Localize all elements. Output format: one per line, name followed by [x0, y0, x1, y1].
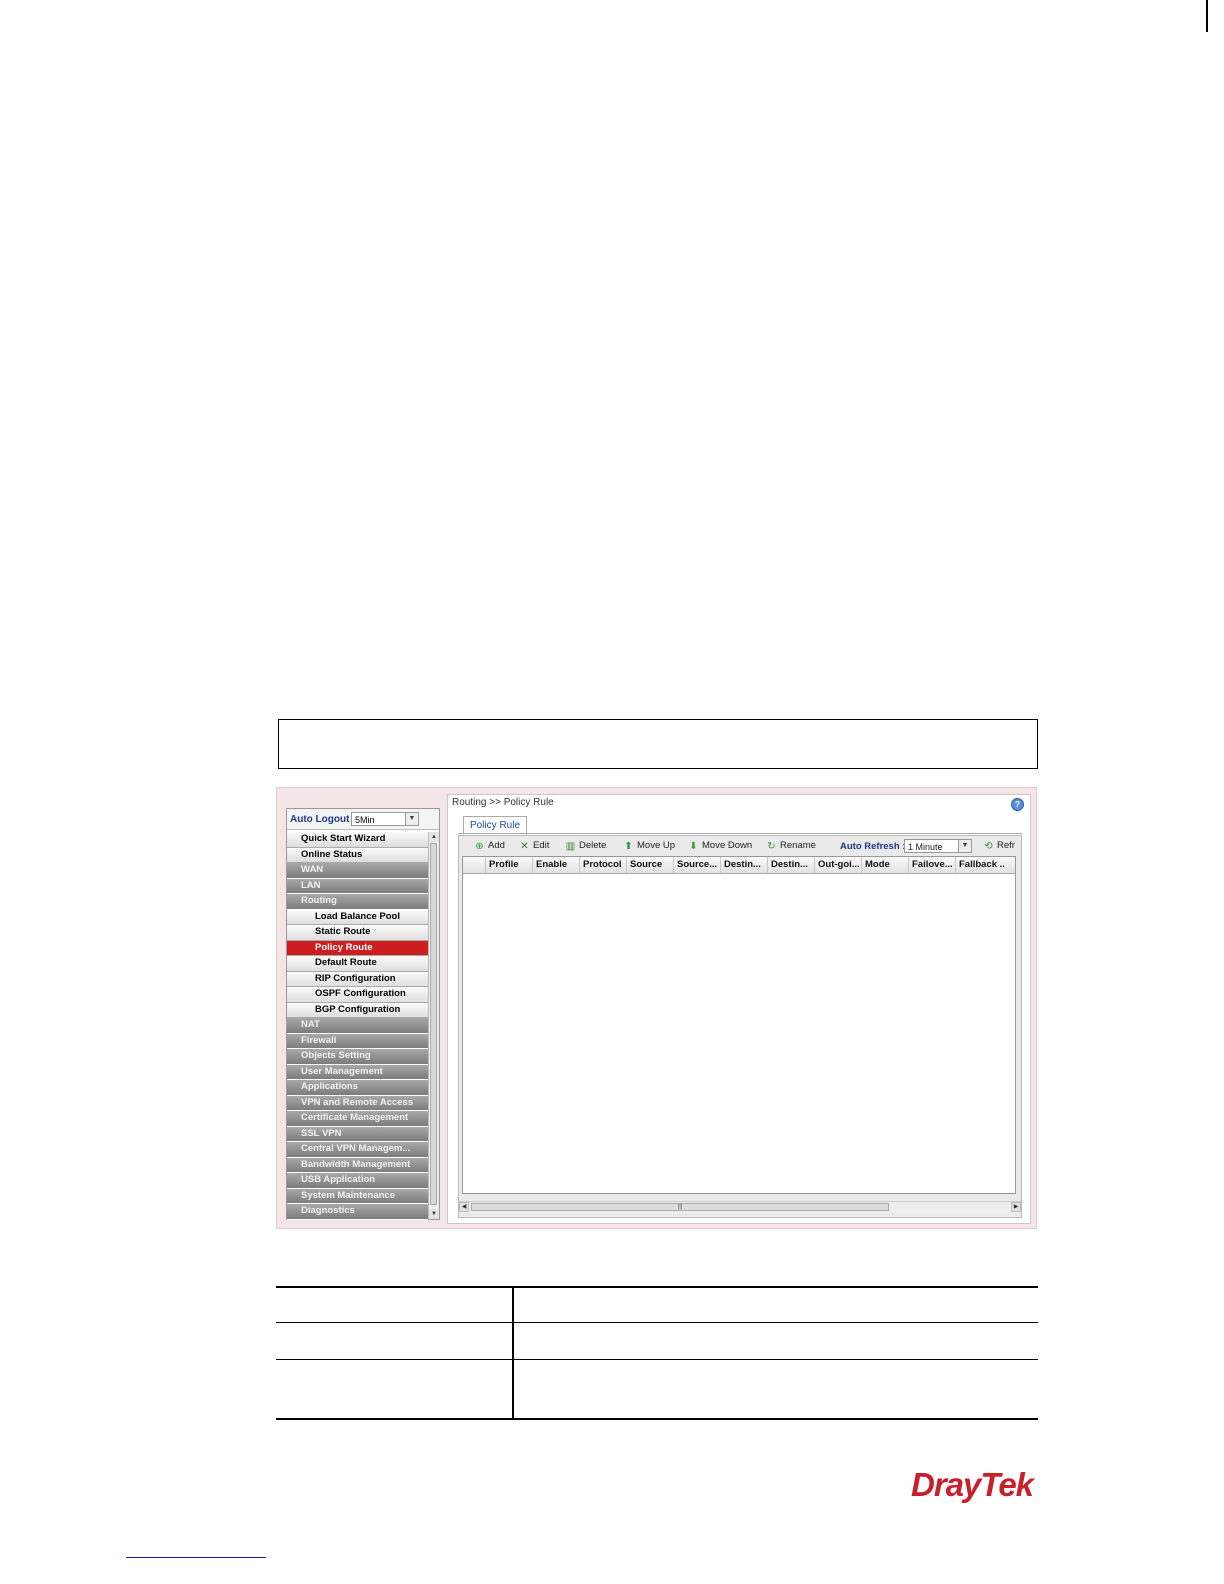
sidebar-item-ospf-configuration[interactable]: OSPF Configuration [287, 987, 428, 1003]
column-header[interactable]: Protocol [579, 857, 626, 873]
table-column-divider [512, 1287, 514, 1419]
column-header[interactable]: Source [626, 857, 673, 873]
sidebar-item-nat[interactable]: NAT [287, 1018, 428, 1034]
move-down-label: Move Down [702, 840, 753, 851]
trash-icon: ▥ [565, 841, 576, 852]
auto-logout-value: 5Min [355, 815, 375, 825]
delete-label: Delete [579, 840, 607, 851]
move-up-label: Move Up [637, 840, 676, 851]
column-header[interactable]: Destin... [767, 857, 814, 873]
add-icon: ⊕ [475, 841, 484, 852]
main-panel: Routing >> Policy Rule ? Policy Rule ⊕ Ad… [447, 794, 1031, 1224]
auto-logout-label: Auto Logout : [290, 814, 356, 825]
sidebar-item-online-status[interactable]: Online Status [287, 847, 428, 863]
auto-logout-select[interactable]: 5Min ▼ [351, 812, 419, 826]
chevron-down-icon[interactable]: ▼ [405, 813, 418, 825]
chevron-down-icon[interactable]: ▼ [958, 840, 971, 852]
auto-refresh-label: Auto Refresh : [840, 841, 906, 852]
sidebar-scrollbar[interactable]: ▲ ▼ [428, 832, 439, 1219]
add-label: Add [488, 840, 505, 851]
sidebar-item-vpn-and-remote-access[interactable]: VPN and Remote Access [287, 1095, 428, 1111]
note-box [278, 719, 1038, 769]
horizontal-scrollbar[interactable]: ◀ ||| ▶ [459, 1201, 1021, 1213]
sidebar-item-firewall[interactable]: Firewall [287, 1033, 428, 1049]
sidebar-item-usb-application[interactable]: USB Application [287, 1173, 428, 1189]
sidebar-item-bandwidth-management[interactable]: Bandwidth Management [287, 1157, 428, 1173]
sidebar-item-objects-setting[interactable]: Objects Setting [287, 1049, 428, 1065]
tab-divider [458, 833, 1022, 834]
sidebar-item-certificate-management[interactable]: Certificate Management [287, 1111, 428, 1127]
rename-button[interactable]: ↻ Rename [766, 840, 816, 852]
column-header[interactable] [463, 857, 485, 873]
policy-rule-table: Profile Enable Protocol Source Source... Dest… [462, 856, 1016, 1194]
column-header[interactable]: Failove... [908, 857, 955, 873]
refresh-button[interactable]: ⟲ Refr [983, 840, 1015, 852]
sidebar-item-wan[interactable]: WAN [287, 863, 428, 879]
sidebar-item-default-route[interactable]: Default Route [287, 956, 428, 972]
help-icon[interactable]: ? [1011, 798, 1024, 811]
move-down-button[interactable]: ⬇ Move Down [688, 840, 752, 852]
sidebar: Auto Logout : 5Min ▼ Quick Start Wizard O… [286, 808, 440, 1220]
sidebar-item-lan[interactable]: LAN [287, 878, 428, 894]
scrollbar-thumb[interactable] [430, 843, 437, 1205]
sidebar-item-ssl-vpn[interactable]: SSL VPN [287, 1126, 428, 1142]
policy-rule-panel: ⊕ Add ✕ Edit ▥ Delete ⬆ Move Up ⬇ Move Down ↻… [458, 835, 1022, 1218]
sidebar-menu: Quick Start Wizard Online Status WAN LAN Rou… [287, 832, 428, 1220]
sidebar-item-routing[interactable]: Routing [287, 894, 428, 910]
scrollbar-thumb[interactable]: ||| [471, 1203, 889, 1211]
sidebar-item-rip-configuration[interactable]: RIP Configuration [287, 971, 428, 987]
tab-policy-rule[interactable]: Policy Rule [463, 816, 528, 834]
sidebar-item-policy-route[interactable]: Policy Route [287, 940, 428, 956]
table-header: Profile Enable Protocol Source Source... Dest… [463, 857, 1015, 874]
edit-icon: ✕ [520, 841, 529, 852]
delete-button[interactable]: ▥ Delete [565, 840, 607, 852]
column-header[interactable]: Enable [532, 857, 579, 873]
scroll-down-icon[interactable]: ▼ [429, 1209, 439, 1219]
refresh-label: Refr [997, 840, 1015, 851]
rename-label: Rename [780, 840, 816, 851]
edit-button[interactable]: ✕ Edit [519, 840, 549, 852]
move-up-button[interactable]: ⬆ Move Up [623, 840, 675, 852]
table-row-rule [276, 1322, 1038, 1323]
column-header[interactable]: Fallback ... [955, 857, 1005, 873]
sidebar-item-quick-start-wizard[interactable]: Quick Start Wizard [287, 832, 428, 848]
footer-link-underline[interactable] [126, 1557, 266, 1558]
column-header[interactable]: Destin... [720, 857, 767, 873]
auto-refresh-select[interactable]: 1 Minute ▼ [904, 839, 972, 853]
auto-refresh-value: 1 Minute [908, 842, 943, 852]
breadcrumb: Routing >> Policy Rule [452, 797, 554, 808]
toolbar: ⊕ Add ✕ Edit ▥ Delete ⬆ Move Up ⬇ Move Down ↻… [459, 836, 1021, 856]
add-button[interactable]: ⊕ Add [474, 840, 505, 852]
refresh-icon: ⟲ [984, 841, 993, 852]
rename-icon: ↻ [767, 841, 776, 852]
sidebar-item-static-route[interactable]: Static Route [287, 925, 428, 941]
router-screenshot: Auto Logout : 5Min ▼ Quick Start Wizard O… [276, 787, 1037, 1229]
arrow-up-icon: ⬆ [624, 841, 633, 852]
scroll-up-icon[interactable]: ▲ [429, 832, 439, 842]
table-top-rule [276, 1286, 1038, 1288]
arrow-down-icon: ⬇ [689, 841, 698, 852]
sidebar-item-applications[interactable]: Applications [287, 1080, 428, 1096]
scroll-left-icon[interactable]: ◀ [459, 1202, 469, 1212]
scroll-right-icon[interactable]: ▶ [1011, 1202, 1021, 1212]
auto-logout-bar: Auto Logout : 5Min ▼ [287, 809, 439, 830]
table-row-rule [276, 1359, 1038, 1360]
column-header[interactable]: Source... [673, 857, 720, 873]
edit-label: Edit [533, 840, 550, 851]
sidebar-item-diagnostics[interactable]: Diagnostics [287, 1204, 428, 1220]
column-header[interactable]: Profile [485, 857, 532, 873]
sidebar-item-bgp-configuration[interactable]: BGP Configuration [287, 1002, 428, 1018]
sidebar-item-load-balance-pool[interactable]: Load Balance Pool [287, 909, 428, 925]
draytek-logo: DrayTek [911, 1466, 1034, 1503]
sidebar-item-user-management[interactable]: User Management [287, 1064, 428, 1080]
column-header[interactable]: Mode [861, 857, 908, 873]
page-edge-line [1206, 0, 1208, 32]
table-bottom-rule [276, 1418, 1038, 1420]
sidebar-item-central-vpn-managem[interactable]: Central VPN Managem... [287, 1142, 428, 1158]
sidebar-item-system-maintenance[interactable]: System Maintenance [287, 1188, 428, 1204]
column-header[interactable]: Out-goi... [814, 857, 861, 873]
